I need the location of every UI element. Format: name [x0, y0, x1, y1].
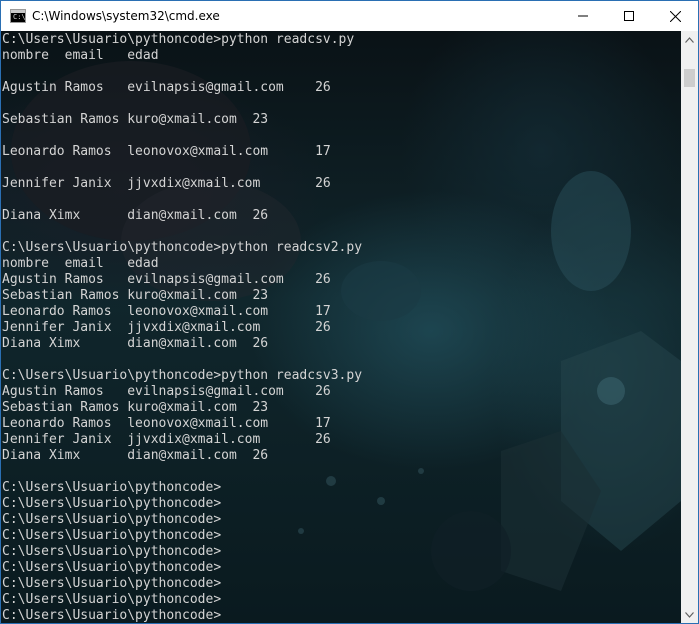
console-line: Jennifer Janix jjvxdix@xmail.com 26: [2, 320, 331, 335]
console-line: Leonardo Ramos leonovox@xmail.com 17: [2, 416, 331, 431]
cmd-window: C:\ C:\Windows\system32\cmd.exe C:\Users…: [0, 0, 699, 624]
console-line: Leonardo Ramos leonovox@xmail.com 17: [2, 304, 331, 319]
window-controls: [560, 1, 698, 31]
console-line: C:\Users\Usuario\pythoncode>: [2, 496, 222, 511]
console-line: C:\Users\Usuario\pythoncode>: [2, 608, 222, 623]
console-line: C:\Users\Usuario\pythoncode>python readc…: [2, 32, 355, 47]
console-line: Diana Ximx dian@xmail.com 26: [2, 208, 269, 223]
scroll-down-button[interactable]: [681, 606, 698, 623]
console-output: C:\Users\Usuario\pythoncode>python readc…: [2, 32, 680, 623]
scroll-down-arrow-icon: [685, 611, 694, 618]
console-line: Agustin Ramos evilnapsis@gmail.com 26: [2, 384, 331, 399]
console-line: Sebastian Ramos kuro@xmail.com 23: [2, 288, 269, 303]
console-line: C:\Users\Usuario\pythoncode>python readc…: [2, 240, 363, 255]
cmd-icon[interactable]: C:\: [10, 9, 26, 23]
console-line: C:\Users\Usuario\pythoncode>: [2, 528, 222, 543]
window-title: C:\Windows\system32\cmd.exe: [32, 9, 220, 23]
cmd-icon-text: C:\: [13, 13, 26, 21]
console-line: Sebastian Ramos kuro@xmail.com 23: [2, 400, 269, 415]
console-line: C:\Users\Usuario\pythoncode>: [2, 544, 222, 559]
maximize-button[interactable]: [606, 1, 652, 31]
vertical-scrollbar[interactable]: [681, 31, 698, 623]
close-icon: [669, 10, 681, 22]
console-line: Agustin Ramos evilnapsis@gmail.com 26: [2, 272, 331, 287]
console-line: C:\Users\Usuario\pythoncode>: [2, 592, 222, 607]
console-line: Diana Ximx dian@xmail.com 26: [2, 336, 269, 351]
console-area[interactable]: C:\Users\Usuario\pythoncode>python readc…: [1, 31, 681, 623]
minimize-button[interactable]: [560, 1, 606, 31]
console-line: C:\Users\Usuario\pythoncode>: [2, 512, 222, 527]
console-line: nombre email edad: [2, 256, 159, 271]
maximize-icon: [624, 11, 634, 21]
console-line: Jennifer Janix jjvxdix@xmail.com 26: [2, 176, 331, 191]
scroll-up-arrow-icon: [685, 36, 694, 43]
console-line: Leonardo Ramos leonovox@xmail.com 17: [2, 144, 331, 159]
console-line: Diana Ximx dian@xmail.com 26: [2, 448, 269, 463]
console-line: C:\Users\Usuario\pythoncode>: [2, 560, 222, 575]
console-line: Sebastian Ramos kuro@xmail.com 23: [2, 112, 269, 127]
console-line: nombre email edad: [2, 48, 159, 63]
console-line: C:\Users\Usuario\pythoncode>: [2, 480, 222, 495]
scrollbar-thumb[interactable]: [684, 69, 695, 87]
scroll-up-button[interactable]: [681, 31, 698, 48]
console-line: C:\Users\Usuario\pythoncode>python readc…: [2, 368, 363, 383]
console-line: Agustin Ramos evilnapsis@gmail.com 26: [2, 80, 331, 95]
title-bar[interactable]: C:\ C:\Windows\system32\cmd.exe: [1, 1, 698, 31]
console-line: C:\Users\Usuario\pythoncode>: [2, 576, 222, 591]
close-button[interactable]: [652, 1, 698, 31]
console-line: Jennifer Janix jjvxdix@xmail.com 26: [2, 432, 331, 447]
minimize-icon: [578, 15, 588, 17]
